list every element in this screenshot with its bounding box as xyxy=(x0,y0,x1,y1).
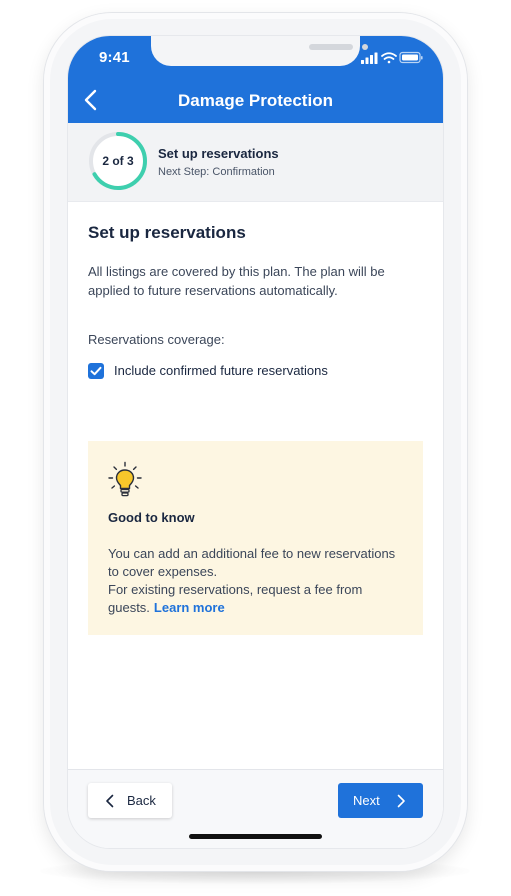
plan-description: All listings are covered by this plan. T… xyxy=(88,264,385,298)
status-icons xyxy=(361,51,423,64)
good-to-know-card: Good to know You can add an additional f… xyxy=(88,441,423,635)
include-reservations-checkbox[interactable] xyxy=(88,363,104,379)
battery-icon xyxy=(399,51,423,64)
stage: 9:41 Damage Protection 2 of 3 Set up res… xyxy=(0,0,511,896)
checkmark-icon xyxy=(90,366,102,376)
step-title: Set up reservations xyxy=(158,146,279,161)
step-progress-bar: 2 of 3 Set up reservations Next Step: Co… xyxy=(68,123,443,202)
lightbulb-icon xyxy=(108,461,142,497)
phone-notch xyxy=(151,36,368,66)
next-button[interactable]: Next xyxy=(338,783,423,818)
back-button-label: Back xyxy=(127,793,156,808)
tip-line-2-text: For existing reservations, request a fee… xyxy=(108,582,363,615)
signal-icon xyxy=(361,52,378,64)
tip-line-2: For existing reservations, request a fee… xyxy=(108,581,408,617)
include-reservations-label[interactable]: Include confirmed future reservations xyxy=(114,363,328,378)
tip-text: You can add an additional fee to new res… xyxy=(108,545,408,617)
app-header: 9:41 Damage Protection xyxy=(68,36,443,123)
coverage-label: Reservations coverage: xyxy=(88,332,225,347)
tip-line-1: You can add an additional fee to new res… xyxy=(108,546,396,579)
tip-title: Good to know xyxy=(108,510,195,525)
status-time: 9:41 xyxy=(99,49,130,66)
home-indicator xyxy=(189,834,322,839)
footer-actions: Back Next xyxy=(68,769,443,848)
phone-screen: 9:41 Damage Protection 2 of 3 Set up res… xyxy=(68,36,443,848)
chevron-left-icon xyxy=(106,794,114,808)
front-camera xyxy=(362,44,368,50)
chevron-right-icon xyxy=(397,794,405,808)
next-step-label: Next Step: Confirmation xyxy=(158,166,275,178)
next-button-label: Next xyxy=(353,793,380,808)
page-title: Damage Protection xyxy=(178,91,333,110)
learn-more-link[interactable]: Learn more xyxy=(154,600,225,615)
section-heading: Set up reservations xyxy=(88,223,246,242)
step-count-label: 2 of 3 xyxy=(102,154,134,168)
back-button[interactable]: Back xyxy=(88,783,172,818)
speaker-grille xyxy=(309,44,353,50)
wifi-icon xyxy=(381,52,397,64)
